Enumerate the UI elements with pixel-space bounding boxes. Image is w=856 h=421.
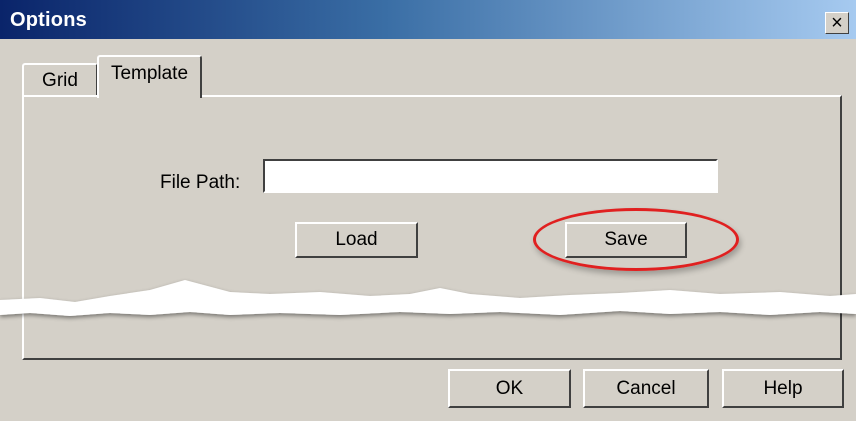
ok-button[interactable]: OK (448, 369, 571, 408)
load-button[interactable]: Load (295, 222, 418, 258)
tab-panel (22, 95, 842, 360)
title-bar[interactable]: Options × (0, 0, 856, 39)
tab-template-label: Template (110, 63, 189, 84)
close-button[interactable]: × (825, 12, 849, 34)
save-button[interactable]: Save (565, 222, 687, 258)
file-path-label: File Path: (160, 172, 241, 193)
cancel-button[interactable]: Cancel (583, 369, 709, 408)
window-title: Options (10, 9, 87, 31)
tab-grid-label: Grid (42, 70, 78, 91)
tab-grid[interactable]: Grid (22, 63, 98, 96)
help-button[interactable]: Help (722, 369, 844, 408)
tab-template[interactable]: Template (97, 55, 202, 98)
file-path-input[interactable] (263, 159, 718, 193)
close-icon: × (831, 12, 843, 34)
